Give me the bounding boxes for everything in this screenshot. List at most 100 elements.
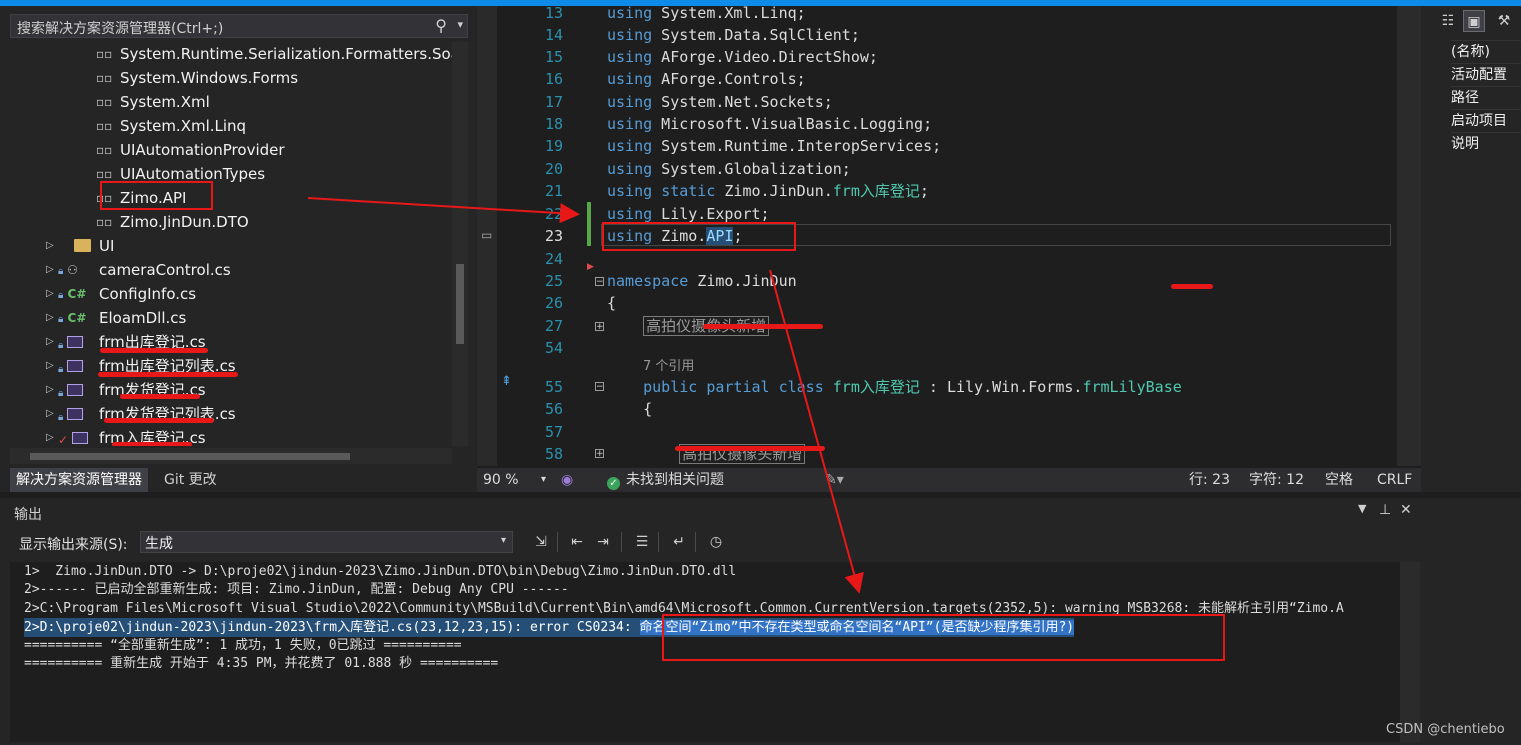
line-endings[interactable]: CRLF <box>1377 468 1412 492</box>
code-line[interactable]: public partial class frm入库登记 : Lily.Win.… <box>607 376 1182 398</box>
pin-icon[interactable]: ⊥ <box>1379 502 1391 518</box>
cursor-line[interactable]: 行: 23 <box>1189 468 1230 492</box>
issues-status[interactable]: ✓ 未找到相关问题 <box>607 468 724 492</box>
output-line[interactable]: ========== “全部重新生成”: 1 成功，1 失败，0已跳过 ====… <box>24 636 462 655</box>
line-number: 25 <box>544 272 563 290</box>
expand-arrow-icon[interactable]: ▷ <box>46 282 54 306</box>
brush-icon[interactable]: ✎▾ <box>825 468 844 492</box>
solution-horizontal-scrollbar[interactable] <box>10 448 452 464</box>
csharp-file-icon: 🔒︎ C# <box>58 311 87 325</box>
properties-page-icon[interactable]: ▣ <box>1463 10 1485 32</box>
output-line[interactable]: 2>------ 已启动全部重新生成: 项目: Zimo.JinDun, 配置:… <box>24 580 569 599</box>
property-row[interactable]: 启动项目 <box>1451 109 1521 132</box>
code-line[interactable]: using System.Globalization; <box>607 158 851 180</box>
code-line[interactable]: using Lily.Export; <box>607 203 770 225</box>
tree-row-reference[interactable]: ▫▫ System.Windows.Forms <box>10 66 452 90</box>
code-line[interactable]: { <box>607 292 616 314</box>
window-menu-icon[interactable]: ▼ <box>1358 502 1366 515</box>
expand-arrow-icon[interactable]: ▷ <box>46 330 54 354</box>
chevron-down-icon[interactable]: ▾ <box>457 18 463 31</box>
expand-arrow-icon[interactable]: ▷ <box>46 306 54 330</box>
clock-icon[interactable]: ◷ <box>704 531 728 553</box>
tree-row-item[interactable]: ▷ UI <box>10 234 452 258</box>
indent-mode[interactable]: 空格 <box>1325 468 1353 492</box>
previous-message-icon[interactable]: ⇤ <box>565 531 589 553</box>
property-row[interactable]: 说明 <box>1451 132 1521 155</box>
expand-arrow-icon[interactable]: ▷ <box>46 354 54 378</box>
expand-arrow-icon[interactable]: ▷ <box>46 234 54 258</box>
tree-row-label: ConfigInfo.cs <box>99 285 197 303</box>
tree-row-reference[interactable]: ▫▫ UIAutomationProvider <box>10 138 452 162</box>
tree-row-item[interactable]: ▷ ✓ frm入库登记.cs <box>10 426 452 446</box>
line-number: 21 <box>544 182 563 200</box>
code-line[interactable]: using System.Runtime.InteropServices; <box>607 135 941 157</box>
quick-actions-icon[interactable]: ▭ <box>481 228 492 242</box>
zoom-level[interactable]: 90 % <box>483 468 519 492</box>
output-line[interactable]: 1> Zimo.JinDun.DTO -> D:\proje02\jindun-… <box>24 562 736 581</box>
code-line[interactable]: using static Zimo.JinDun.frm入库登记; <box>607 180 929 202</box>
output-vertical-scrollbar[interactable] <box>1400 562 1420 742</box>
keyword-token: using <box>607 93 653 111</box>
wrench-icon[interactable]: ⚒ <box>1493 10 1515 32</box>
tree-row-item[interactable]: ▷ 🔒︎ C# EloamDll.cs <box>10 306 452 330</box>
code-line[interactable]: using Microsoft.VisualBasic.Logging; <box>607 113 932 135</box>
tree-row-reference[interactable]: ▫▫ System.Runtime.Serialization.Formatter… <box>10 42 452 66</box>
outline-toggle-icon[interactable]: + <box>595 449 604 459</box>
find-message-icon[interactable]: ⇲ <box>529 531 553 553</box>
tab-solution-explorer[interactable]: 解决方案资源管理器 <box>10 468 148 492</box>
code-line[interactable]: namespace Zimo.JinDun <box>607 270 797 292</box>
scrollbar-thumb[interactable] <box>30 453 350 460</box>
solution-vertical-scrollbar[interactable] <box>452 42 468 446</box>
override-icon[interactable]: ⇞ <box>501 374 512 389</box>
property-row[interactable]: 路径 <box>1451 86 1521 109</box>
code-line[interactable]: { <box>607 398 652 420</box>
tree-row-reference[interactable]: ▫▫ Zimo.JinDun.DTO <box>10 210 452 234</box>
tree-row-reference[interactable]: ▫▫ System.Xml <box>10 90 452 114</box>
expand-arrow-icon[interactable]: ▷ <box>46 258 54 282</box>
solution-search-box[interactable]: 搜索解决方案资源管理器(Ctrl+;) ⚲ ▾ <box>10 14 468 38</box>
tree-row-item[interactable]: ▷ 🔒︎ C# ConfigInfo.cs <box>10 282 452 306</box>
scrollbar-thumb[interactable] <box>456 264 464 344</box>
expand-arrow-icon[interactable]: ▷ <box>46 402 54 426</box>
next-message-icon[interactable]: ⇥ <box>591 531 615 553</box>
editor-vertical-scrollbar[interactable] <box>1397 6 1421 466</box>
outline-toggle-icon[interactable]: + <box>595 322 604 332</box>
outline-toggle-icon[interactable]: − <box>595 277 604 287</box>
tree-row-reference[interactable]: ▫▫ System.Xml.Linq <box>10 114 452 138</box>
tree-row-item[interactable]: ▷ 🔒︎ frm出库登记.cs <box>10 330 452 354</box>
tree-row-reference[interactable]: ▫▫ UIAutomationTypes <box>10 162 452 186</box>
clear-all-icon[interactable]: ☰ <box>630 531 654 553</box>
tree-row-item[interactable]: ▷ 🔒︎ ⚇ cameraControl.cs <box>10 258 452 282</box>
property-row[interactable]: 活动配置 <box>1451 63 1521 86</box>
zoom-dropdown-icon[interactable]: ▾ <box>541 468 546 492</box>
code-line[interactable]: using System.Net.Sockets; <box>607 91 833 113</box>
outline-toggle-icon[interactable]: − <box>595 382 604 392</box>
expand-arrow-icon[interactable]: ▷ <box>46 426 54 446</box>
expand-arrow-icon[interactable]: ▷ <box>46 378 54 402</box>
output-line[interactable]: ========== 重新生成 开始于 4:35 PM，并花费了 01.888 … <box>24 654 498 673</box>
categorized-icon[interactable]: ☷ <box>1437 10 1459 32</box>
close-icon[interactable]: ✕ <box>1400 502 1412 518</box>
output-source-select[interactable]: 生成 ▾ <box>140 531 513 553</box>
search-icon[interactable]: ⚲ <box>435 16 447 35</box>
property-row[interactable]: (名称) <box>1451 40 1521 63</box>
output-error-line[interactable]: 2>D:\proje02\jindun-2023\jindun-2023\frm… <box>24 618 1075 637</box>
redaction-scribble <box>703 324 823 329</box>
cursor-char[interactable]: 字符: 12 <box>1249 468 1304 492</box>
code-line[interactable]: using AForge.Video.DirectShow; <box>607 46 878 68</box>
chevron-down-icon[interactable]: ▾ <box>501 535 506 546</box>
code-line[interactable]: using AForge.Controls; <box>607 68 806 90</box>
code-line[interactable]: using System.Xml.Linq; <box>607 6 806 24</box>
output-line[interactable]: 2>C:\Program Files\Microsoft Visual Stud… <box>24 599 1344 618</box>
copilot-icon[interactable]: ◉ <box>561 468 573 492</box>
tree-row-reference[interactable]: ▫▫ Zimo.API <box>10 186 452 210</box>
code-line[interactable]: using System.Data.SqlClient; <box>607 24 860 46</box>
tree-row-item[interactable]: ▷ 🔒︎ frm发货登记.cs <box>10 378 452 402</box>
reference-count-lens[interactable]: 7 个引用 <box>643 358 694 376</box>
word-wrap-icon[interactable]: ↵ <box>667 531 691 553</box>
tree-row-item[interactable]: ▷ 🔒︎ frm发货登记列表.cs <box>10 402 452 426</box>
tab-git-changes[interactable]: Git 更改 <box>158 468 223 492</box>
output-text[interactable]: 1> Zimo.JinDun.DTO -> D:\proje02\jindun-… <box>10 562 1400 742</box>
code-area[interactable]: 13 using System.Xml.Linq; 14 using System.D… <box>477 6 1397 466</box>
code-line[interactable]: using Zimo.API; <box>607 225 742 247</box>
